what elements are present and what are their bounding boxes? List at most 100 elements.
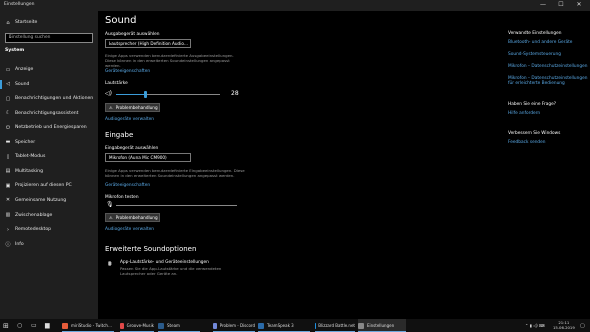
output-properties-link[interactable]: Geräteeigenschaften <box>105 69 150 74</box>
main-content: Sound Ausgabegerät auswählen Lautspreche… <box>98 11 590 319</box>
microphone-icon: 🎙︎ <box>106 201 114 208</box>
taskbar-app-label: Groove-Musik <box>126 323 154 328</box>
action-center-icon[interactable]: ▢ <box>580 319 585 332</box>
sidebar-item-label: Sound <box>15 81 30 87</box>
info-icon: ⓘ <box>5 241 11 248</box>
feedback-link[interactable]: Feedback senden <box>508 140 546 145</box>
clock[interactable]: 21:11 15.06.2019 <box>553 319 575 332</box>
input-manage-link[interactable]: Audiogeräte verwalten <box>105 227 154 232</box>
maximize-button[interactable]: ☐ <box>555 1 567 8</box>
taskbar-app-label: Problem - Discord <box>219 323 255 328</box>
multitasking-icon: ▤ <box>5 168 11 175</box>
sidebar-item-home[interactable]: ⌂ Startseite <box>0 16 98 29</box>
related-link-mic-accessibility[interactable]: Mikrofon – Datenschutzeinstellungen für … <box>508 76 588 86</box>
input-select-label: Eingabegerät auswählen <box>105 146 159 151</box>
output-troubleshoot-label: Problembehandlung <box>115 105 158 110</box>
tray-icons[interactable]: ⌃ ▮ ◁) ⌨ <box>525 319 545 332</box>
sidebar-item-project[interactable]: ▣ Projizieren auf diesen PC <box>0 179 98 192</box>
sidebar-item-label: Gemeinsame Nutzung <box>15 197 67 203</box>
share-icon: ✕ <box>5 197 11 204</box>
output-manage-link[interactable]: Audiogeräte verwalten <box>105 117 154 122</box>
mic-test-label: Mikrofon testen <box>105 195 139 200</box>
taskbar-app[interactable]: Einstellungen <box>358 319 406 332</box>
sidebar-item-label: Benachrichtigungen und Aktionen <box>15 96 94 102</box>
task-view-icon[interactable]: ▭ <box>31 319 37 332</box>
input-troubleshoot-button[interactable]: ⚠ Problembehandlung <box>105 213 160 222</box>
sidebar-home-label: Startseite <box>15 20 38 25</box>
related-settings-heading: Verwandte Einstellungen <box>508 31 562 36</box>
warning-icon: ⚠ <box>109 215 113 220</box>
sidebar-item-remote-desktop[interactable]: › Remotedesktop <box>0 223 98 236</box>
title-bar: Einstellungen — ☐ ✕ <box>0 0 590 11</box>
chevron-down-icon: ⌄ <box>109 40 113 45</box>
app-icon <box>158 322 164 329</box>
sidebar-item-clipboard[interactable]: ▥ Zwischenablage <box>0 209 98 222</box>
volume-slider-fill <box>116 94 146 95</box>
mixer-icon[interactable]: ⩩ <box>108 260 112 269</box>
sidebar-item-label: Anzeige <box>15 67 34 72</box>
taskbar-app[interactable]: miriStudio - Twitch… <box>62 319 114 332</box>
related-link-bluetooth[interactable]: Bluetooth- und andere Geräte <box>508 40 572 45</box>
folder-icon[interactable]: ▆ <box>45 319 50 332</box>
page-title: Sound <box>105 15 137 26</box>
clipboard-icon: ▥ <box>5 212 11 218</box>
window-title: Einstellungen <box>4 2 35 7</box>
start-button[interactable]: ⊞ <box>3 319 9 332</box>
sidebar-item-multitasking[interactable]: ▤ Multitasking <box>0 165 98 178</box>
sidebar-item-label: Info <box>15 241 24 247</box>
sidebar-item-label: Netzbetrieb und Energiesparen <box>15 125 87 131</box>
sidebar-item-label: Multitasking <box>15 168 44 174</box>
sidebar-item-label: Projizieren auf diesen PC <box>15 183 72 189</box>
help-link[interactable]: Hilfe anfordern <box>508 111 540 116</box>
taskbar-app-label: miriStudio - Twitch… <box>71 323 112 328</box>
taskbar-app[interactable]: Groove-Musik <box>120 319 154 332</box>
speaker-icon[interactable]: ◁) <box>105 90 112 97</box>
sidebar-item-power[interactable]: ⏻ Netzbetrieb und Energiesparen <box>0 121 98 134</box>
sidebar-item-display[interactable]: ▭ Anzeige <box>0 63 98 76</box>
volume-slider-thumb[interactable] <box>143 91 147 98</box>
sidebar-item-moon[interactable]: ☾ Benachrichtigungsassistent <box>0 107 98 120</box>
taskbar-app[interactable]: Blizzard Battle.net <box>315 319 355 332</box>
sidebar-item-label: Benachrichtigungsassistent <box>15 110 79 116</box>
app-icon <box>213 322 217 329</box>
sidebar: ⌂ Startseite Einstellung suchen ⌕ System… <box>0 11 98 319</box>
power-icon: ⏻ <box>6 124 10 131</box>
related-link-mic-privacy[interactable]: Mikrofon – Datenschutzeinstellungen <box>508 64 587 69</box>
tablet-icon: ▯ <box>6 153 10 160</box>
advanced-heading: Erweiterte Soundoptionen <box>105 245 197 253</box>
sidebar-item-info[interactable]: ⓘ Info <box>0 238 98 251</box>
minimize-button[interactable]: — <box>537 1 549 8</box>
search-icon[interactable]: ○ <box>17 319 22 332</box>
sidebar-item-tablet[interactable]: ▯ Tablet-Modus <box>0 150 98 163</box>
taskbar: ⊞ ○ ▭ ▆ miriStudio - Twitch… Groove-Musik… <box>0 319 590 332</box>
input-properties-link[interactable]: Geräteeigenschaften <box>105 183 150 188</box>
input-device-dropdown[interactable]: Mikrofon (Auna Mic CM900) ⌄ <box>105 153 191 162</box>
sidebar-item-speaker[interactable]: ◁ Sound <box>0 78 98 91</box>
search-input[interactable]: Einstellung suchen ⌕ <box>5 33 93 43</box>
sidebar-item-label: Zwischenablage <box>15 212 53 218</box>
sidebar-item-share[interactable]: ✕ Gemeinsame Nutzung <box>0 194 98 207</box>
input-description: Einige Apps verwenden benutzerdefinierte… <box>105 168 245 178</box>
taskbar-app[interactable]: TeamSpeak 3 <box>258 319 310 332</box>
app-icon <box>120 322 124 329</box>
home-icon: ⌂ <box>6 19 10 26</box>
sidebar-item-storage[interactable]: ▬ Speicher <box>0 136 98 149</box>
close-button[interactable]: ✕ <box>573 1 585 8</box>
volume-label: Lautstärke <box>105 81 128 86</box>
sidebar-item-label: Tablet-Modus <box>15 154 46 160</box>
related-link-sound-panel[interactable]: Sound-Systemsteuerung <box>508 52 561 57</box>
clock-date: 15.06.2019 <box>553 324 575 330</box>
section-label: System <box>5 48 25 53</box>
taskbar-app-label: Einstellungen <box>367 323 395 328</box>
output-device-dropdown[interactable]: Lautsprecher (High Definition Audio… ⌄ <box>105 39 191 48</box>
taskbar-app[interactable]: Steam <box>158 319 200 332</box>
app-icon <box>62 322 68 329</box>
remote-desktop-icon: › <box>7 226 9 233</box>
search-icon: ⌕ <box>9 34 12 40</box>
notification-icon: ▢ <box>5 95 11 102</box>
taskbar-app[interactable]: Problem - Discord <box>213 319 255 332</box>
app-volume-title[interactable]: App-Lautstärke- und Geräteeinstellungen <box>120 260 209 265</box>
sidebar-item-notification[interactable]: ▢ Benachrichtigungen und Aktionen <box>0 92 98 105</box>
input-heading: Eingabe <box>105 131 134 139</box>
output-troubleshoot-button[interactable]: ⚠ Problembehandlung <box>105 103 160 112</box>
